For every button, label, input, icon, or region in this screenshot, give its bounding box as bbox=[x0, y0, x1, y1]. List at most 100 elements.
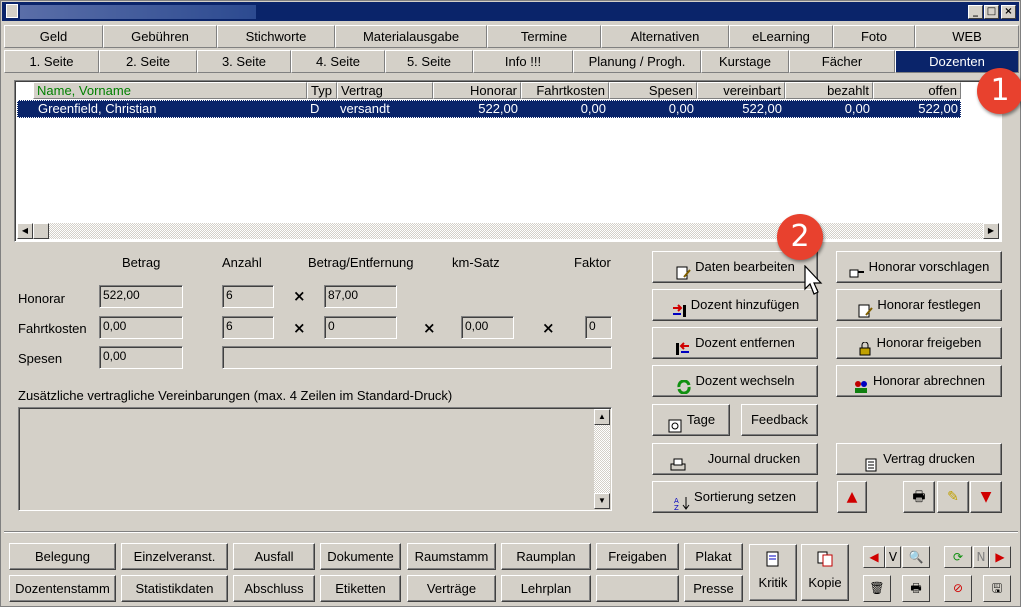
kopie-button[interactable]: Kopie bbox=[801, 544, 849, 601]
honorar-freigeben-button[interactable]: Honorar freigeben bbox=[836, 327, 1002, 359]
sortierung-setzen-button[interactable]: A Z Sortierung setzen bbox=[652, 481, 818, 513]
refresh-icon[interactable]: ⟳ bbox=[944, 546, 972, 568]
spesen-betrag-field[interactable]: 0,00 bbox=[99, 346, 183, 369]
journal-drucken-button[interactable]: Journal drucken bbox=[652, 443, 818, 475]
ausfall-button[interactable]: Ausfall bbox=[233, 543, 315, 570]
col-header-vertrag[interactable]: Vertrag bbox=[337, 82, 433, 99]
belegung-button[interactable]: Belegung bbox=[9, 543, 116, 570]
cancel-icon[interactable]: ⊘ bbox=[944, 575, 972, 602]
nav-forward-arrow-icon[interactable]: ▶ bbox=[989, 546, 1011, 568]
label-zusatz-vereinbarungen: Zusätzliche vertragliche Vereinbarungen … bbox=[18, 388, 453, 403]
col-header-name[interactable]: Name, Vorname bbox=[33, 82, 307, 99]
col-header-offen[interactable]: offen bbox=[873, 82, 961, 99]
scroll-right-arrow-icon[interactable]: ▶ bbox=[983, 223, 999, 239]
close-button[interactable]: × bbox=[1001, 5, 1016, 19]
feedback-button[interactable]: Feedback bbox=[741, 404, 818, 436]
tage-button[interactable]: Tage bbox=[652, 404, 730, 436]
honorar-festlegen-button[interactable]: Honorar festlegen bbox=[836, 289, 1002, 321]
col-header-typ[interactable]: Typ bbox=[307, 82, 337, 99]
abschluss-button[interactable]: Abschluss bbox=[233, 575, 315, 602]
minimize-button[interactable]: _ bbox=[968, 5, 983, 19]
vertical-scrollbar[interactable]: ▲ ▼ bbox=[594, 409, 610, 509]
tab-planung[interactable]: Planung / Progh. bbox=[573, 50, 701, 73]
fahrtkosten-faktor-field[interactable]: 0 bbox=[585, 316, 612, 339]
dozenten-table[interactable]: Name, Vorname Typ Vertrag Honorar Fahrtk… bbox=[14, 80, 1002, 242]
presse-button[interactable]: Presse bbox=[684, 575, 743, 602]
statistikdaten-button[interactable]: Statistikdaten bbox=[121, 575, 228, 602]
times-icon: × bbox=[542, 319, 555, 337]
cell-name: Greenfield, Christian bbox=[38, 101, 157, 116]
raumplan-button[interactable]: Raumplan bbox=[501, 543, 591, 570]
honorar-abrechnen-button[interactable]: Honorar abrechnen bbox=[836, 365, 1002, 397]
trash-icon[interactable]: 🗑 bbox=[863, 575, 891, 602]
magic-wand-icon[interactable]: ✎ bbox=[937, 481, 969, 513]
col-header-honorar[interactable]: Honorar bbox=[433, 82, 521, 99]
kritik-button[interactable]: Kritik bbox=[749, 544, 797, 601]
move-up-arrow-icon[interactable]: ▲ bbox=[837, 481, 867, 513]
honorar-anzahl-field[interactable]: 6 bbox=[222, 285, 274, 308]
nav-v-label[interactable]: V bbox=[885, 546, 901, 568]
tab-elearning[interactable]: eLearning bbox=[729, 25, 833, 48]
print-icon[interactable]: 🖶 bbox=[902, 575, 930, 602]
tab-seite-1[interactable]: 1. Seite bbox=[4, 50, 99, 73]
move-down-arrow-icon[interactable]: ▼ bbox=[970, 481, 1002, 513]
dozent-wechseln-button[interactable]: Dozent wechseln bbox=[652, 365, 818, 397]
dozent-hinzufuegen-button[interactable]: Dozent hinzufügen bbox=[652, 289, 818, 321]
honorar-vorschlagen-button[interactable]: Honorar vorschlagen bbox=[836, 251, 1002, 283]
col-header-vereinbart[interactable]: vereinbart bbox=[697, 82, 785, 99]
dokumente-button[interactable]: Dokumente bbox=[320, 543, 401, 570]
table-row[interactable]: Greenfield, Christian D versandt 522,00 … bbox=[17, 100, 961, 118]
fahrtkosten-betrag-entfernung-field[interactable]: 0 bbox=[324, 316, 397, 339]
zusatz-vereinbarungen-textarea[interactable]: ▲ ▼ bbox=[18, 407, 612, 511]
scrollbar-thumb[interactable] bbox=[33, 223, 49, 239]
tab-stichworte[interactable]: Stichworte bbox=[217, 25, 335, 48]
tab-faecher[interactable]: Fächer bbox=[789, 50, 895, 73]
label-betrag: Betrag bbox=[122, 255, 161, 270]
spesen-beschreibung-field[interactable] bbox=[222, 346, 612, 369]
dozentenstamm-button[interactable]: Dozentenstamm bbox=[9, 575, 116, 602]
col-header-bezahlt[interactable]: bezahlt bbox=[785, 82, 873, 99]
honorar-betrag-entfernung-field[interactable]: 87,00 bbox=[324, 285, 397, 308]
save-print-icon[interactable]: 🖫 bbox=[983, 575, 1011, 602]
nav-n-label[interactable]: N bbox=[973, 546, 989, 568]
horizontal-scrollbar[interactable]: ◀ ▶ bbox=[17, 223, 999, 239]
fahrtkosten-betrag-field[interactable]: 0,00 bbox=[99, 316, 183, 339]
empty-button[interactable] bbox=[596, 575, 679, 602]
tab-kurstage[interactable]: Kurstage bbox=[701, 50, 789, 73]
tab-info[interactable]: Info !!! bbox=[473, 50, 573, 73]
raumstamm-button[interactable]: Raumstamm bbox=[407, 543, 496, 570]
tab-seite-3[interactable]: 3. Seite bbox=[197, 50, 291, 73]
tab-gebuehren[interactable]: Gebühren bbox=[103, 25, 217, 48]
vertraege-button[interactable]: Verträge bbox=[407, 575, 496, 602]
einzelveranst-button[interactable]: Einzelveranst. bbox=[121, 543, 228, 570]
scroll-up-arrow-icon[interactable]: ▲ bbox=[594, 409, 610, 425]
tab-seite-2[interactable]: 2. Seite bbox=[99, 50, 197, 73]
dozent-entfernen-button[interactable]: Dozent entfernen bbox=[652, 327, 818, 359]
zoom-icon[interactable]: 🔍 bbox=[902, 546, 930, 568]
col-header-fahrtkosten[interactable]: Fahrtkosten bbox=[521, 82, 609, 99]
print-icon[interactable]: 🖶 bbox=[903, 481, 935, 513]
fahrtkosten-anzahl-field[interactable]: 6 bbox=[222, 316, 274, 339]
maximize-button[interactable]: □ bbox=[984, 5, 999, 19]
tab-seite-5[interactable]: 5. Seite bbox=[385, 50, 473, 73]
fahrtkosten-km-satz-field[interactable]: 0,00 bbox=[461, 316, 514, 339]
freigaben-button[interactable]: Freigaben bbox=[596, 543, 679, 570]
tab-seite-4[interactable]: 4. Seite bbox=[291, 50, 385, 73]
scroll-down-arrow-icon[interactable]: ▼ bbox=[594, 493, 610, 509]
annotation-badge-1: 1 bbox=[977, 68, 1021, 114]
etiketten-button[interactable]: Etiketten bbox=[320, 575, 401, 602]
vertrag-drucken-button[interactable]: Vertrag drucken bbox=[836, 443, 1002, 475]
lehrplan-button[interactable]: Lehrplan bbox=[501, 575, 591, 602]
tab-termine[interactable]: Termine bbox=[487, 25, 601, 48]
scroll-left-arrow-icon[interactable]: ◀ bbox=[17, 223, 33, 239]
honorar-betrag-field[interactable]: 522,00 bbox=[99, 285, 183, 308]
nav-back-arrow-icon[interactable]: ◀ bbox=[863, 546, 885, 568]
plakat-button[interactable]: Plakat bbox=[684, 543, 743, 570]
col-header-spesen[interactable]: Spesen bbox=[609, 82, 697, 99]
tab-alternativen[interactable]: Alternativen bbox=[601, 25, 729, 48]
tab-geld[interactable]: Geld bbox=[4, 25, 103, 48]
tab-materialausgabe[interactable]: Materialausgabe bbox=[335, 25, 487, 48]
tab-web[interactable]: WEB bbox=[915, 25, 1019, 48]
tab-foto[interactable]: Foto bbox=[833, 25, 915, 48]
cell-offen: 522,00 bbox=[918, 101, 958, 116]
